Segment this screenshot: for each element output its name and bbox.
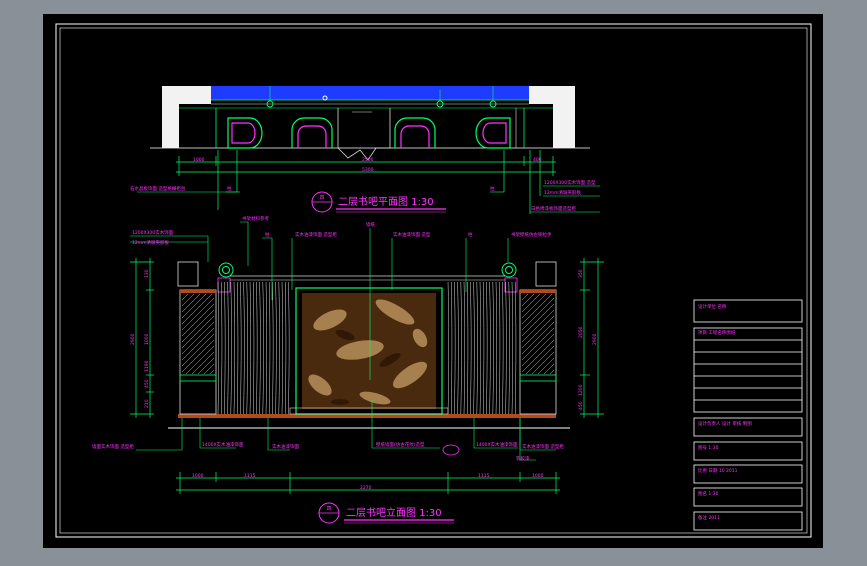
elev-dim-left-1: 130 (144, 269, 150, 278)
elev-dim-right-2: 2050 (578, 326, 584, 338)
plan-dim-top-2: 2500 (362, 157, 374, 163)
elev-dim-right-4: 2900 (592, 333, 598, 345)
elev-dim-bottom-1: 1000 (192, 473, 204, 479)
plan-note-right-1: 1200X300实木饰面 造型 (544, 179, 596, 186)
elev-tag: 四 (326, 506, 331, 512)
elev-dim-left-6: 210 (144, 399, 150, 408)
elev-dim-left-2: 1000 (144, 333, 150, 345)
elev-note-bottom-2: 1400X实木油漆饰面 (202, 441, 244, 448)
tb-row-9: 图号 1:30 (698, 445, 719, 451)
elev-note-top-6: 墙纸 (366, 221, 375, 228)
elev-dim-bottom-4: 1115 (478, 473, 490, 479)
plan-tag: 四 (319, 195, 324, 201)
elev-dim-bottom-3: 2270 (360, 485, 372, 491)
plan-dim-top-3: 400 (533, 157, 542, 163)
plan-note-right-3: 白色烤漆板饰面造型柜 (531, 205, 576, 212)
tb-row-1: 设计单位 名称 (698, 303, 727, 310)
elev-dim-right-3: 1200 (578, 384, 584, 396)
plan-note-column-left: 柱 (227, 185, 232, 192)
elev-note-top-4: 柱 (265, 231, 270, 238)
elev-dim-bottom-5: 1000 (532, 473, 544, 479)
plan-title: 二层书吧平面图 1:30 (338, 196, 434, 208)
elev-note-top-7: 实木油漆饰面 造型 (393, 231, 431, 238)
plan-note-left: 石水晶板饰面 造型格栅柜台 (130, 185, 186, 192)
glass-band (211, 86, 529, 100)
elev-note-top-1: 1200X300实木饰面 (132, 229, 174, 236)
elev-note-bottom-4: 壁纸墙面(仿古花纹)造型 (376, 441, 425, 448)
elev-note-top-8: 柱 (468, 231, 473, 238)
elev-dim-right-5: 450 (578, 401, 584, 410)
elev-note-bottom-6: 实木油漆饰面 造型柜 (522, 443, 564, 450)
tb-row-11: 图名 1:30 (698, 490, 719, 497)
elev-note-top-3: 书架材料参考 (242, 215, 269, 222)
tb-row-10: 比例 日期 10 2011 (698, 467, 738, 474)
elev-dim-right-1: 350 (578, 269, 584, 278)
tb-row-2: 项目 工程名称图纸 (698, 329, 736, 336)
elev-dim-left-3: 1190 (144, 360, 150, 372)
elev-note-top-2: 12mm清玻夹胶板 (132, 239, 169, 246)
plan-note-column-right: 柱 (490, 185, 495, 192)
tb-row-12: 备注 2011 (698, 514, 720, 521)
elev-note-bottom-5: 1400X实木油漆饰面 (476, 441, 518, 448)
elev-dim-bottom-2: 1115 (244, 473, 256, 479)
elev-dim-left-5: 450 (144, 379, 150, 388)
elev-dim-left-4: 2900 (130, 333, 136, 345)
elev-note-bottom-3: 实木油漆饰面 (272, 443, 299, 450)
elev-note-top-5: 实木油漆饰面 造型柜 (295, 231, 337, 238)
plan-dim-bottom: 5300 (362, 167, 374, 173)
elev-title: 二层书吧立面图 1:30 (346, 506, 442, 519)
elev-note-bottom-7: 乳胶漆 (516, 455, 530, 462)
tb-row-8: 设计负责人 设计 审核 制图 (698, 420, 752, 427)
plan-dim-top-1: 1000 (193, 157, 205, 163)
elev-note-bottom-1: 墙面实木饰面 造型柜 (92, 443, 134, 450)
cad-viewer: 1000 2500 400 5300 石水晶板饰面 造型格栅柜台 柱 柱 120… (0, 0, 867, 562)
plan-note-right-2: 12mm清玻夹胶板 (544, 189, 581, 196)
elev-note-top-9: 书架壁纸仿古铜拉手 (511, 231, 552, 238)
